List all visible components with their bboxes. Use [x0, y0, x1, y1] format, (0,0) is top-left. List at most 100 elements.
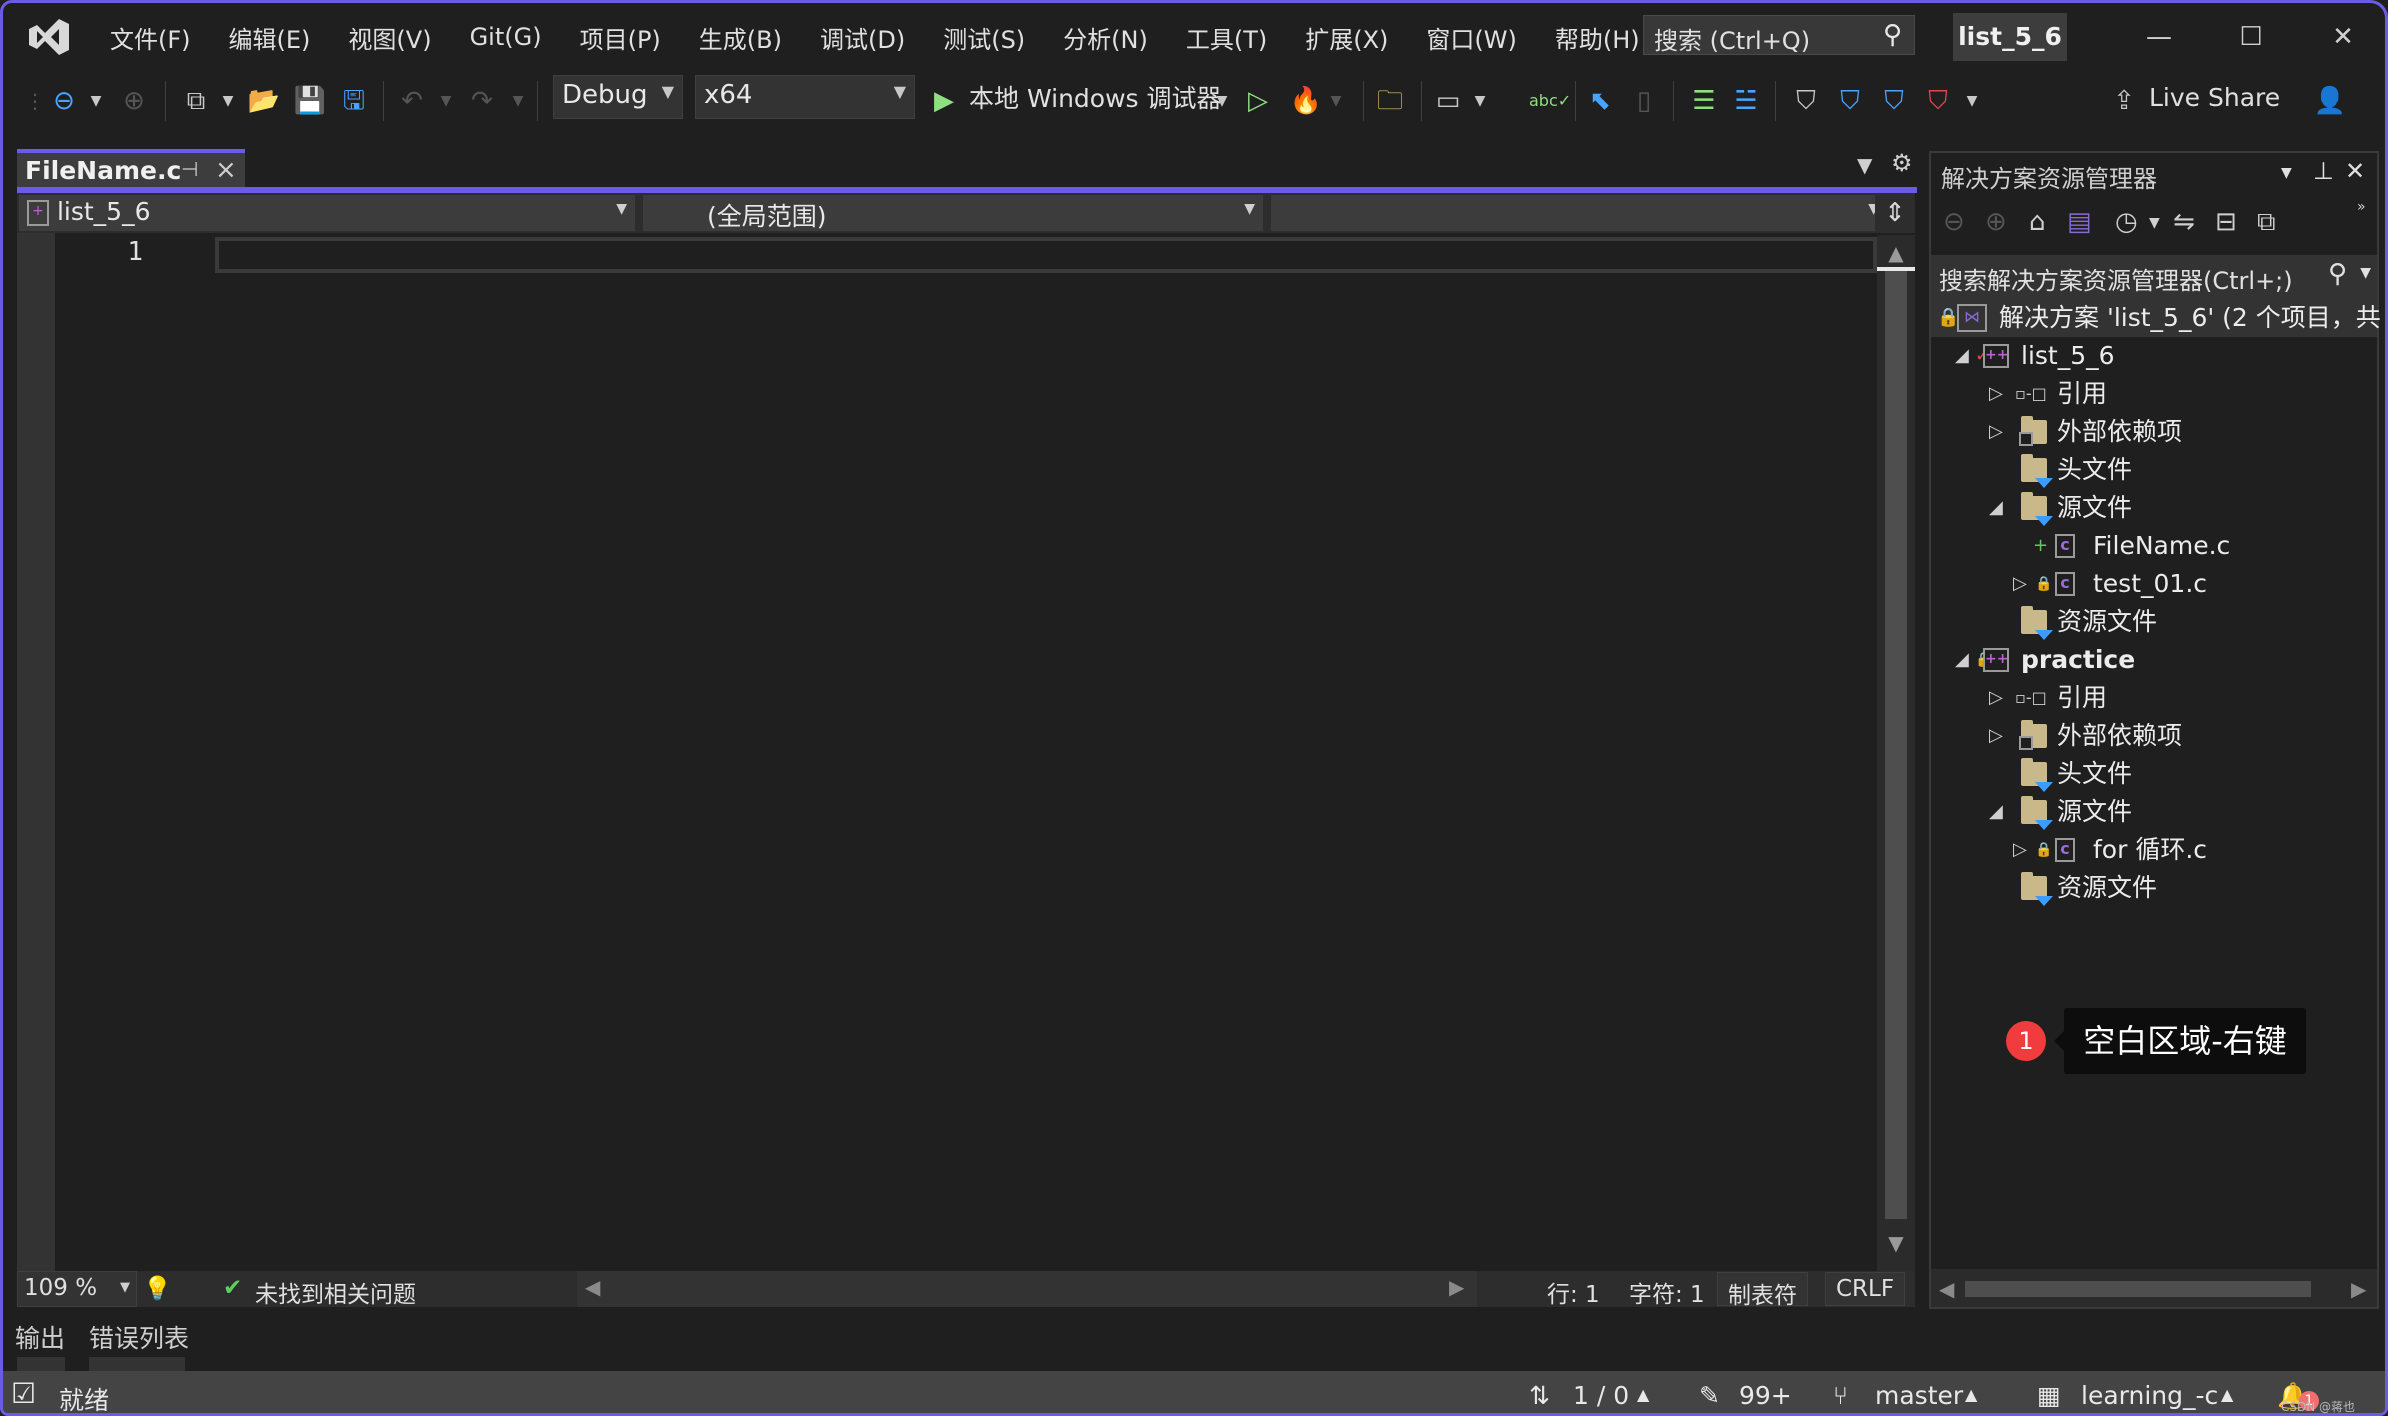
collapsed-arrow-icon[interactable]: ▷ — [1989, 413, 2003, 451]
start-without-debugging-icon[interactable]: ▷ — [1241, 83, 1275, 119]
chevron-up-icon[interactable]: ▲ — [1637, 1385, 1649, 1404]
tree-item[interactable]: ▷ 🔒 c test_01.c — [1931, 565, 2377, 603]
live-share-icon[interactable]: ⇪ — [2107, 83, 2141, 119]
comment-lines-icon[interactable]: ☰ — [1687, 83, 1721, 119]
hot-reload-icon[interactable]: 🔥 — [1289, 83, 1323, 119]
pencil-icon[interactable]: ✎ — [1699, 1381, 1720, 1410]
tab-filename-c[interactable]: FileName.c ⊣ × — [17, 149, 245, 191]
menu-build[interactable]: 生成(B) — [680, 20, 801, 55]
save-all-icon[interactable]: 🖫 — [337, 83, 371, 119]
menu-test[interactable]: 测试(S) — [924, 20, 1044, 55]
pending-changes-filter-icon[interactable]: ◷ — [2115, 207, 2138, 237]
tree-item[interactable]: ◢🔒++practice — [1931, 641, 2377, 679]
new-project-icon[interactable]: ⧉ — [179, 83, 213, 119]
start-debugging-button[interactable]: 本地 Windows 调试器 — [969, 79, 1222, 115]
tree-item[interactable]: ▷ ▫-□ 引用 — [1931, 679, 2377, 717]
menu-extensions[interactable]: 扩展(X) — [1286, 20, 1407, 55]
browser-link-icon[interactable]: ▭ — [1431, 83, 1465, 119]
scope-dropdown[interactable]: (全局范围) ▼ — [643, 195, 1263, 231]
scrollbar-thumb[interactable] — [1965, 1281, 2311, 1297]
solution-explorer-search[interactable]: 搜索解决方案资源管理器(Ctrl+;) ⚲ ▼ — [1931, 255, 2377, 299]
collapsed-arrow-icon[interactable]: ▷ — [1989, 679, 2003, 717]
split-window-icon[interactable]: ⇕ — [1875, 193, 1915, 233]
tab-output[interactable]: 输出 — [15, 1319, 65, 1355]
menu-file[interactable]: 文件(F) — [91, 20, 210, 55]
collapsed-arrow-icon[interactable]: ▷ — [1989, 375, 2003, 413]
switch-views-icon[interactable]: ▤ — [2067, 207, 2092, 237]
branch-icon[interactable]: ⑂ — [1833, 1381, 1848, 1410]
solution-platform-dropdown[interactable]: x64 ▼ — [695, 75, 915, 119]
toolbar-overflow-icon[interactable]: » — [2357, 199, 2366, 215]
menu-analyze[interactable]: 分析(N) — [1044, 20, 1167, 55]
chevron-up-icon[interactable]: ▲ — [1965, 1385, 1977, 1404]
menu-edit[interactable]: 编辑(E) — [210, 20, 330, 55]
code-editor[interactable] — [17, 233, 1877, 1271]
zoom-dropdown[interactable]: 109 % ▼ — [17, 1271, 137, 1307]
menu-git[interactable]: Git(G) — [451, 23, 561, 51]
scroll-right-icon[interactable]: ▶ — [1449, 1275, 1464, 1299]
select-element-icon[interactable]: ⬉ — [1583, 83, 1617, 119]
scroll-up-icon[interactable]: ▲ — [1877, 241, 1915, 265]
forward-icon[interactable]: ⊕ — [1985, 207, 2007, 237]
tree-item[interactable]: 头文件 — [1931, 755, 2377, 793]
save-icon[interactable]: 💾 — [293, 83, 327, 119]
menu-project[interactable]: 项目(P) — [561, 20, 680, 55]
tab-list-dropdown-icon[interactable]: ▼ — [1857, 153, 1872, 177]
tree-item[interactable]: + c FileName.c — [1931, 527, 2377, 565]
redo-dropdown-icon[interactable]: ▼ — [511, 83, 525, 119]
tree-item[interactable]: ▷ 外部依赖项 — [1931, 717, 2377, 755]
collapsed-arrow-icon[interactable]: ▷ — [2013, 565, 2027, 603]
home-icon[interactable]: ⌂ — [2029, 207, 2046, 237]
expanded-arrow-icon[interactable]: ◢ — [1955, 337, 1969, 375]
next-bookmark-icon[interactable]: ⛉ — [1877, 83, 1911, 119]
uncomment-lines-icon[interactable]: ☱ — [1729, 83, 1763, 119]
scroll-left-icon[interactable]: ◀ — [1939, 1277, 1954, 1301]
menu-view[interactable]: 视图(V) — [329, 20, 450, 55]
gear-icon[interactable]: ⚙ — [1891, 149, 1913, 177]
line-indicator[interactable]: 行: 1 — [1547, 1275, 1600, 1309]
tree-item[interactable]: ◢✓++list_5_6 — [1931, 337, 2377, 375]
toggle-pane-icon[interactable]: ▯ — [1627, 83, 1661, 119]
undo-icon[interactable]: ↶ — [395, 83, 429, 119]
undo-dropdown-icon[interactable]: ▼ — [439, 83, 453, 119]
back-icon[interactable]: ⊖ — [47, 83, 81, 119]
repository-icon[interactable]: ▦ — [2037, 1381, 2061, 1410]
scroll-down-icon[interactable]: ▼ — [1877, 1231, 1915, 1255]
tree-item[interactable]: ▷ ▫-□ 引用 — [1931, 375, 2377, 413]
editor-vertical-scrollbar[interactable]: ▲ ▼ — [1877, 235, 1915, 1271]
pending-changes[interactable]: 99+ — [1739, 1381, 1792, 1410]
tree-item[interactable]: ◢ 源文件 — [1931, 793, 2377, 831]
chevron-up-icon[interactable]: ▲ — [2221, 1385, 2233, 1404]
close-tab-icon[interactable]: × — [215, 155, 237, 185]
collapsed-arrow-icon[interactable]: ▷ — [1989, 717, 2003, 755]
bookmark-icon[interactable]: ⛉ — [1789, 83, 1823, 119]
filter-dropdown-icon[interactable]: ▼ — [2149, 215, 2160, 231]
pin-tab-icon[interactable]: ⊣ — [181, 157, 198, 181]
tree-item[interactable]: 资源文件 — [1931, 869, 2377, 907]
find-in-files-icon[interactable]: 🗀 — [1373, 83, 1407, 119]
show-all-files-icon[interactable]: ⧉ — [2257, 207, 2276, 238]
repository-name[interactable]: learning_-c — [2081, 1381, 2218, 1410]
scrollbar-thumb[interactable] — [1885, 271, 1907, 1219]
solution-node[interactable]: 🔒 ⋈ 解决方案 'list_5_6' (2 个项目，共 2 — [1931, 299, 2385, 337]
start-debugging-icon[interactable]: ▶ — [929, 83, 959, 119]
char-indicator[interactable]: 字符: 1 — [1629, 1275, 1705, 1309]
scroll-right-icon[interactable]: ▶ — [2351, 1277, 2366, 1301]
redo-icon[interactable]: ↷ — [465, 83, 499, 119]
expanded-arrow-icon[interactable]: ◢ — [1955, 641, 1969, 679]
tab-error-list[interactable]: 错误列表 — [89, 1319, 189, 1355]
back-icon[interactable]: ⊖ — [1943, 207, 1965, 237]
intellicode-icon[interactable]: 💡 — [143, 1275, 172, 1302]
tree-item[interactable]: 头文件 — [1931, 451, 2377, 489]
global-search-box[interactable]: 搜索 (Ctrl+Q) ⚲ — [1643, 15, 1915, 55]
maximize-button[interactable]: ☐ — [2221, 15, 2281, 59]
solution-explorer-horizontal-scrollbar[interactable]: ◀ ▶ — [1931, 1269, 2377, 1307]
back-dropdown-icon[interactable]: ▼ — [89, 83, 103, 119]
project-dropdown[interactable]: + list_5_6 ▼ — [19, 195, 635, 231]
hot-reload-dropdown-icon[interactable]: ▼ — [1329, 83, 1343, 119]
sync-icon[interactable]: ⇅ — [1529, 1381, 1550, 1410]
tree-item[interactable]: ◢ 源文件 — [1931, 489, 2377, 527]
window-position-dropdown-icon[interactable]: ▼ — [2281, 165, 2292, 181]
member-dropdown[interactable]: ▼ — [1271, 195, 1887, 231]
toolbar-grip-icon[interactable]: ⋮ — [25, 83, 45, 119]
